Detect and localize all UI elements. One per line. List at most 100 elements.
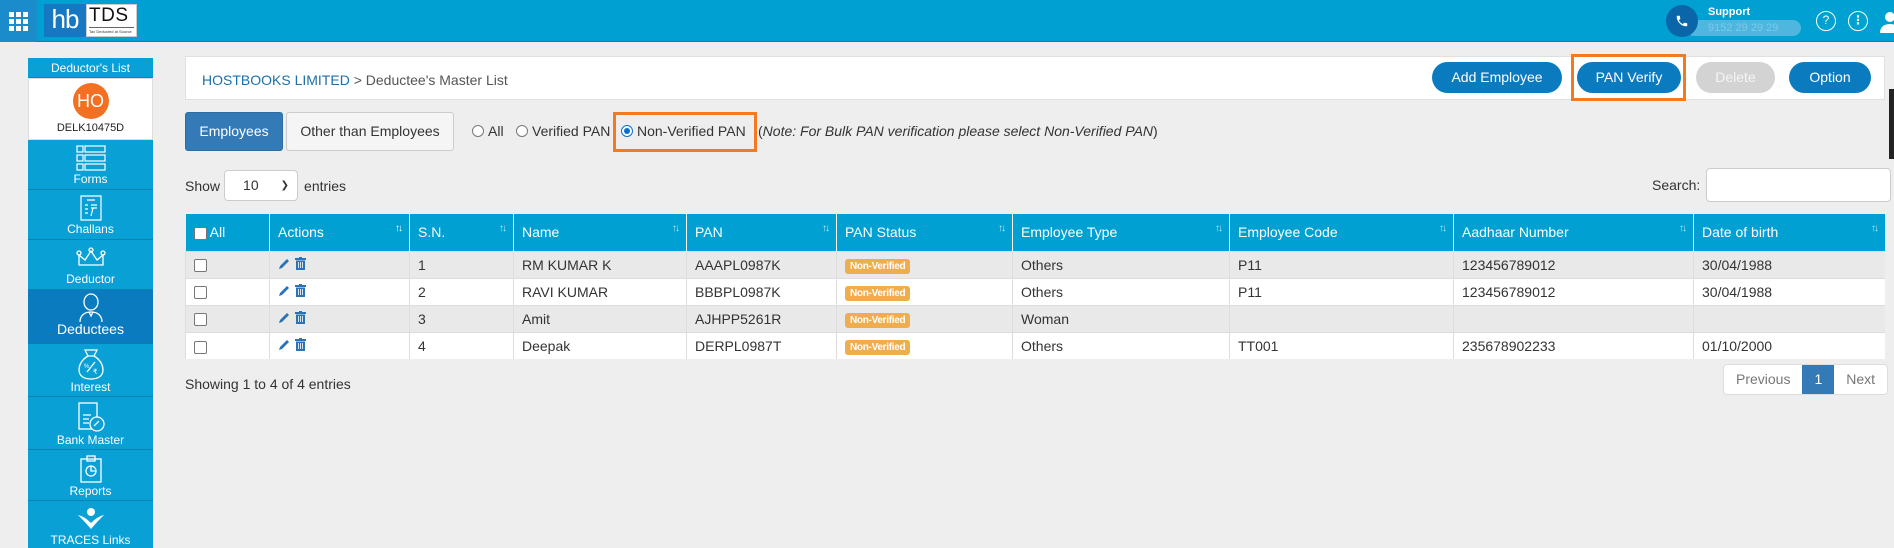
column-label: Actions <box>278 224 324 241</box>
entries-select[interactable]: 10 ❯ <box>224 170 299 201</box>
show-label: Show <box>185 177 221 194</box>
column-header-name[interactable]: Name ↑↓ <box>513 214 687 251</box>
sidebar-item-interest[interactable]: % ₹ Interest <box>28 344 153 397</box>
sort-icon: ↑↓ <box>998 223 1006 234</box>
column-label: Aadhaar Number <box>1462 224 1569 241</box>
cell-employee-code: P11 <box>1229 277 1454 305</box>
chevron-down-icon: ❯ <box>280 180 290 191</box>
tab-other-than-employees[interactable]: Other than Employees <box>286 112 454 151</box>
bank-document-icon <box>28 401 153 433</box>
sidebar-item-label: Forms <box>73 172 108 186</box>
option-button[interactable]: Option <box>1789 62 1871 93</box>
column-label: All <box>209 224 226 241</box>
column-label: Employee Type <box>1021 224 1118 241</box>
sidebar-item-challans[interactable]: Challans <box>28 190 153 240</box>
trash-icon[interactable] <box>295 256 306 273</box>
status-badge: Non-Verified <box>845 285 911 301</box>
filter-all-radio[interactable]: All <box>472 123 504 139</box>
svg-text:%: % <box>84 364 90 370</box>
row-checkbox[interactable] <box>194 340 207 354</box>
user-icon[interactable] <box>1880 11 1894 33</box>
deductee-table: All Actions ↑↓ S.N. ↑↓ Name ↑↓ PAN ↑↓ PAN St… <box>185 214 1885 359</box>
column-header-sn[interactable]: S.N. ↑↓ <box>409 214 514 251</box>
trash-icon[interactable] <box>295 310 306 327</box>
breadcrumb: HOSTBOOKS LIMITED > Deductee's Master Li… <box>202 72 508 88</box>
apps-grid-button[interactable] <box>0 0 37 42</box>
cell-sn: 3 <box>409 304 514 332</box>
delete-button[interactable]: Delete <box>1696 62 1775 93</box>
select-all-checkbox[interactable] <box>193 227 207 241</box>
filter-verified-pan-radio[interactable]: Verified PAN <box>516 123 610 139</box>
table-header-row: All Actions ↑↓ S.N. ↑↓ Name ↑↓ PAN ↑↓ PAN St… <box>185 214 1885 251</box>
cell-pan-status: Non-Verified <box>836 331 1013 359</box>
edit-icon[interactable] <box>278 311 291 327</box>
page-1-button[interactable]: 1 <box>1802 365 1835 394</box>
trash-icon[interactable] <box>295 337 306 354</box>
cell-name: RM KUMAR K <box>513 250 687 278</box>
row-checkbox[interactable] <box>194 286 207 300</box>
cell-dob: 30/04/1988 <box>1693 277 1885 305</box>
deductor-card[interactable]: HO DELK10475D <box>28 78 153 140</box>
column-label: Employee Code <box>1238 224 1338 241</box>
edit-icon[interactable] <box>278 284 291 300</box>
cell-employee-code <box>1229 304 1454 332</box>
deductor-avatar: HO <box>72 83 109 119</box>
table-row: 2 RAVI KUMAR BBBPL0987K Non-Verified Others P… <box>185 277 1885 305</box>
table-row: 4 Deepak DERPL0987T Non-Verified Others TT001… <box>185 331 1885 359</box>
previous-page-button[interactable]: Previous <box>1724 365 1802 394</box>
logo[interactable]: hb TDS Tax Deducted at Source <box>44 4 137 37</box>
breadcrumb-company[interactable]: HOSTBOOKS LIMITED <box>202 72 350 88</box>
cell-sn: 1 <box>409 250 514 278</box>
sidebar-item-traces-links[interactable]: TRACES Links <box>28 501 153 548</box>
trash-icon[interactable] <box>295 283 306 300</box>
cell-employee-type: Others <box>1012 331 1230 359</box>
column-header-pan-status[interactable]: PAN Status ↑↓ <box>836 214 1013 251</box>
row-actions <box>269 250 410 278</box>
filter-verified-label: Verified PAN <box>532 123 611 139</box>
column-header-employee-code[interactable]: Employee Code ↑↓ <box>1229 214 1454 251</box>
cell-employee-type: Others <box>1012 250 1230 278</box>
cell-pan: AJHPP5261R <box>686 304 837 332</box>
row-checkbox[interactable] <box>194 259 207 273</box>
support-number: 9152 29 29 29 <box>1686 20 1801 36</box>
add-employee-button[interactable]: Add Employee <box>1432 62 1562 93</box>
tab-employees[interactable]: Employees <box>185 112 283 151</box>
edit-icon[interactable] <box>278 257 291 273</box>
column-header-pan[interactable]: PAN ↑↓ <box>686 214 837 251</box>
help-icon[interactable]: ? <box>1816 11 1836 31</box>
top-bar: hb TDS Tax Deducted at Source Support 91… <box>0 0 1894 42</box>
sidebar-item-deductees[interactable]: Deductees <box>28 290 153 344</box>
row-checkbox[interactable] <box>194 313 207 327</box>
scrollbar[interactable] <box>1889 89 1894 159</box>
next-page-button[interactable]: Next <box>1834 365 1887 394</box>
column-header-date-of-birth[interactable]: Date of birth ↑↓ <box>1693 214 1885 251</box>
cell-employee-code: TT001 <box>1229 331 1454 359</box>
edit-icon[interactable] <box>278 338 291 354</box>
logo-tds: TDS <box>89 5 129 26</box>
sort-icon: ↑↓ <box>672 223 680 234</box>
sidebar-item-bank-master[interactable]: Bank Master <box>28 397 153 450</box>
column-header-aadhaar-number[interactable]: Aadhaar Number ↑↓ <box>1453 214 1694 251</box>
row-actions <box>269 331 410 359</box>
column-header-employee-type[interactable]: Employee Type ↑↓ <box>1012 214 1230 251</box>
cell-pan: BBBPL0987K <box>686 277 837 305</box>
cell-dob: 01/10/2000 <box>1693 331 1885 359</box>
cell-aadhaar: 235678902233 <box>1453 331 1694 359</box>
sidebar-item-deductor[interactable]: Deductor <box>28 240 153 290</box>
more-options-icon[interactable]: ⋮ <box>1848 11 1868 31</box>
support-widget[interactable]: Support 9152 29 29 29 <box>1666 5 1801 37</box>
cell-name: RAVI KUMAR <box>513 277 687 305</box>
sidebar-item-forms[interactable]: Forms <box>28 140 153 190</box>
row-checkbox-cell <box>185 331 270 359</box>
sidebar-item-reports[interactable]: Reports <box>28 450 153 501</box>
column-header-select-all[interactable]: All <box>185 214 270 251</box>
column-header-actions[interactable]: Actions ↑↓ <box>269 214 410 251</box>
search-input[interactable] <box>1706 168 1892 202</box>
cell-pan-status: Non-Verified <box>836 277 1013 305</box>
search-label: Search: <box>1652 177 1701 193</box>
sidebar-item-label: TRACES Links <box>50 533 131 547</box>
deductors-list-link[interactable]: Deductor's List <box>28 58 153 78</box>
sidebar-item-label: Bank Master <box>56 433 125 447</box>
column-label: PAN Status <box>845 224 917 241</box>
row-checkbox-cell <box>185 250 270 278</box>
